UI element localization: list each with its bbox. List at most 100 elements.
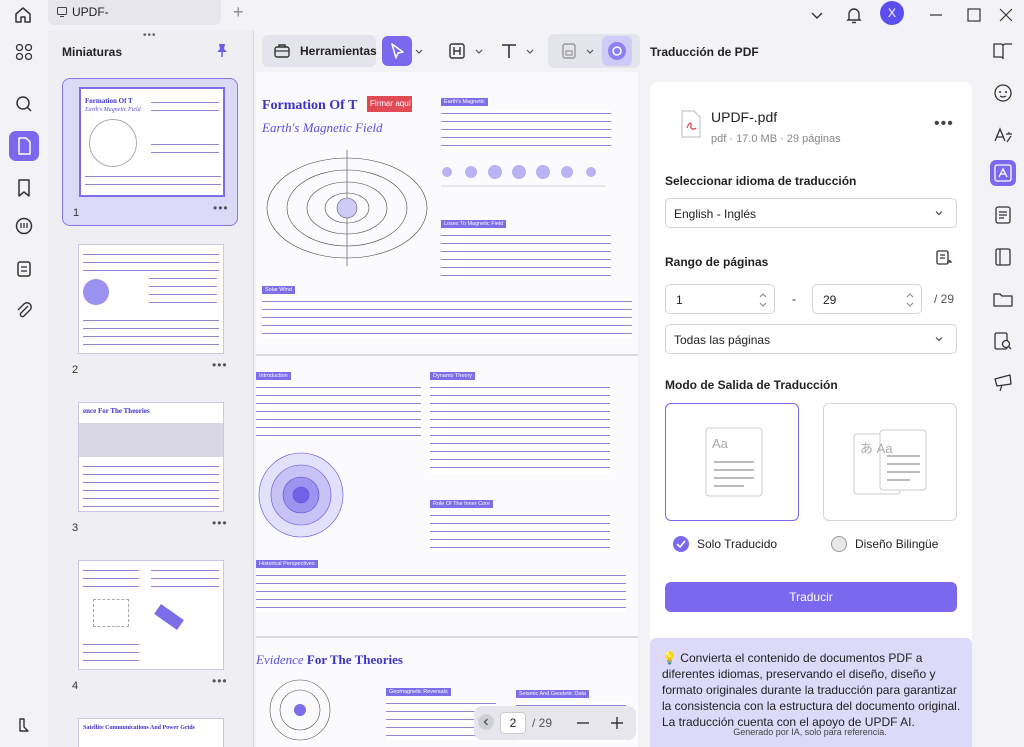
zoom-out-icon[interactable] <box>574 714 592 732</box>
pdf-page-2: Introduction Dynamo Theory Role Of The I… <box>256 356 638 636</box>
mode-only-translated-card[interactable]: Aa <box>665 403 799 521</box>
bell-icon[interactable] <box>843 4 865 26</box>
more-options-icon[interactable]: ••• <box>212 516 228 530</box>
document-view[interactable]: Formation Of T Firmar aquí Earth's Magne… <box>256 72 638 747</box>
comments-icon[interactable] <box>9 212 39 242</box>
translate-ocr-icon[interactable] <box>990 122 1016 148</box>
section-tag: Seismic And Geodetic Data <box>516 690 589 698</box>
more-options-icon[interactable]: ••• <box>212 674 228 688</box>
page-number-input[interactable]: 2 <box>500 712 526 734</box>
pin-icon[interactable] <box>214 42 230 58</box>
folder-icon[interactable] <box>990 286 1016 312</box>
more-options-icon[interactable]: ••• <box>213 201 229 215</box>
radio-bilingual[interactable] <box>831 536 847 552</box>
chevron-down-icon <box>934 208 944 218</box>
thumbnail-text <box>149 275 217 307</box>
maximize-icon[interactable] <box>963 4 985 26</box>
home-icon[interactable] <box>12 4 34 26</box>
range-to-input[interactable]: 29 <box>812 284 922 314</box>
text-tool-icon[interactable] <box>494 36 524 66</box>
chevron-down-icon[interactable] <box>586 48 594 56</box>
ai-chat-icon[interactable] <box>990 80 1016 106</box>
document-tab[interactable]: UPDF- <box>48 0 221 25</box>
chevron-down-icon[interactable] <box>415 48 423 56</box>
layers-icon[interactable] <box>9 710 39 740</box>
tools-label: Herramientas <box>300 44 377 58</box>
presentation-icon[interactable] <box>990 370 1016 396</box>
page-range-label: Rango de páginas <box>665 255 769 269</box>
thumbnail-page-5[interactable]: Satellite Communications And Power Grids <box>62 710 238 747</box>
title-bar: UPDF- + X <box>0 0 1024 30</box>
avatar[interactable]: X <box>880 1 904 25</box>
output-mode-label: Modo de Salida de Traducción <box>665 378 838 392</box>
thumbnail-panel: ••• Miniaturas Formation Of T Earth's Ma… <box>48 30 254 747</box>
range-from-input[interactable]: 1 <box>665 284 775 314</box>
section-tag: Loses To Magnetic Field <box>441 220 507 228</box>
doc-title: Formation Of T <box>262 98 358 113</box>
chevron-down-icon[interactable] <box>806 4 828 26</box>
grid-apps-icon[interactable] <box>9 37 39 67</box>
pdf-file-icon <box>680 110 702 138</box>
thumbnail-page-1[interactable]: Formation Of T Earth's Magnetic Field 1 … <box>62 78 238 226</box>
ai-disclaimer: Generado por IA, solo para referencia. <box>733 727 887 737</box>
thumbnail-text <box>83 641 139 663</box>
file-name: UPDF-.pdf <box>711 109 778 125</box>
thumbnail-image: ence For The Theories <box>78 402 224 512</box>
mode-only-translated-label[interactable]: Solo Traducido <box>697 537 777 551</box>
book-icon[interactable] <box>990 244 1016 270</box>
close-icon[interactable] <box>995 4 1017 26</box>
language-select[interactable]: English - Inglés <box>665 198 957 228</box>
mode-bilingual-card[interactable]: あ Aa <box>823 403 957 521</box>
zoom-in-icon[interactable] <box>608 714 626 732</box>
radio-only-translated-checked[interactable] <box>673 536 689 552</box>
doc-subtitle: Earth's Magnetic Field <box>262 120 383 135</box>
chevron-down-icon[interactable] <box>475 48 483 56</box>
doc-paragraph <box>441 110 611 150</box>
section-tag: Introduction <box>256 372 291 380</box>
select-tool-button[interactable] <box>382 36 412 66</box>
thumbnails-icon[interactable] <box>9 131 39 161</box>
search-icon[interactable] <box>9 89 39 119</box>
earth-layers-diagram <box>256 450 376 540</box>
save-disk-icon[interactable] <box>554 36 584 66</box>
search-document-icon[interactable] <box>990 328 1016 354</box>
drag-handle[interactable]: ••• <box>143 30 157 41</box>
new-tab-button[interactable]: + <box>233 2 244 23</box>
planets-diagram <box>441 160 611 200</box>
chevron-down-icon[interactable] <box>526 48 534 56</box>
stamp-icon[interactable] <box>9 254 39 284</box>
attachment-icon[interactable] <box>9 296 39 326</box>
toolbox-icon <box>273 42 291 60</box>
language-label: Seleccionar idioma de traducción <box>665 174 857 188</box>
ai-assistant-icon[interactable] <box>602 36 632 66</box>
thumbnail-subheading: Earth's Magnetic Field <box>85 107 141 113</box>
tools-button[interactable]: Herramientas <box>262 35 377 67</box>
file-meta: pdf · 17.0 MB · 29 páginas <box>711 133 841 145</box>
file-more-icon[interactable]: ••• <box>934 115 954 133</box>
thumbnail-page-4[interactable]: 4 ••• <box>62 552 238 700</box>
summary-icon[interactable] <box>990 202 1016 228</box>
thumbnail-number: 2 <box>72 364 79 376</box>
thumbnail-page-3[interactable]: ence For The Theories 3 ••• <box>62 394 238 542</box>
read-book-icon[interactable] <box>990 38 1016 64</box>
mode-bilingual-label[interactable]: Diseño Bilingüe <box>855 537 938 551</box>
stepper-icon[interactable] <box>758 290 768 310</box>
sign-here-annotation[interactable]: Firmar aquí <box>367 96 412 112</box>
thumbnail-text <box>83 317 219 347</box>
more-options-icon[interactable]: ••• <box>212 358 228 372</box>
heading-tool-icon[interactable] <box>442 36 472 66</box>
thumbnail-text <box>85 173 221 189</box>
stepper-icon[interactable] <box>905 290 915 310</box>
thumbnail-text <box>151 141 219 157</box>
thumbnail-heading: Formation Of T <box>85 97 133 105</box>
page-range-settings-icon[interactable] <box>934 248 954 268</box>
translate-pdf-icon[interactable] <box>990 160 1016 186</box>
bookmark-icon[interactable] <box>9 173 39 203</box>
minimize-icon[interactable] <box>925 4 947 26</box>
section-tag: Historical Perspectives <box>256 560 318 568</box>
translate-button[interactable]: Traducir <box>665 582 957 612</box>
pages-select[interactable]: Todas las páginas <box>665 324 957 354</box>
scroll-left-icon[interactable] <box>478 714 494 730</box>
thumbnail-page-2[interactable]: 2 ••• <box>62 236 238 384</box>
pages-value: Todas las páginas <box>674 333 771 347</box>
